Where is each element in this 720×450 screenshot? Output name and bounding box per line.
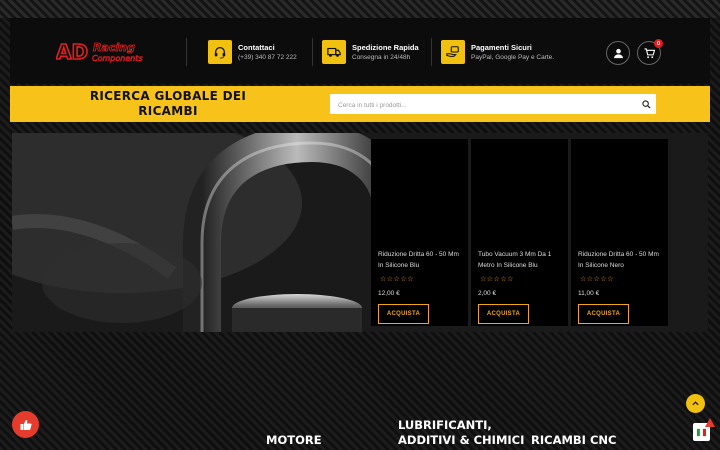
svg-text:Racing: Racing <box>93 41 135 54</box>
shipping-title: Spedizione Rapida <box>352 42 419 52</box>
shipping-info: Spedizione Rapida Consegna in 24/48h <box>322 40 419 64</box>
thumbs-up-icon <box>20 419 32 430</box>
shipping-subtitle: Consegna in 24/48h <box>352 53 411 61</box>
contact-phone[interactable]: (+39) 340 87 72 222 <box>238 53 297 63</box>
truck-icon <box>322 40 346 64</box>
italy-flag-icon <box>696 428 706 436</box>
contact-title: Contattaci <box>238 42 275 52</box>
product-name[interactable]: Riduzione Dritta 60 - 50 Mm In Silicone … <box>578 249 666 271</box>
contact-info[interactable]: Contattaci (+39) 340 87 72 222 <box>208 40 297 64</box>
search-button[interactable] <box>640 98 652 110</box>
footer-category-lubrificanti[interactable]: LUBRIFICANTI, ADDITIVI & CHIMICI <box>398 418 528 448</box>
search-icon <box>641 99 651 109</box>
svg-text:AD: AD <box>56 40 88 64</box>
product-card[interactable]: Riduzione Dritta 60 - 50 Mm In Silicone … <box>371 139 468 326</box>
scroll-to-top-button[interactable] <box>686 394 705 413</box>
payment-title: Pagamenti Sicuri <box>471 42 532 52</box>
header-divider <box>312 38 313 66</box>
search-box <box>330 94 656 116</box>
logo-graphic: AD Racing Components <box>55 39 143 65</box>
product-name[interactable]: Tubo Vacuum 3 Mm Da 1 Metro In Silicone … <box>478 249 566 271</box>
header-divider <box>431 38 432 66</box>
alert-triangle-icon <box>705 418 715 427</box>
product-carousel: Riduzione Dritta 60 - 50 Mm In Silicone … <box>371 139 668 326</box>
buy-button[interactable]: ACQUISTA <box>478 304 529 324</box>
product-card[interactable]: Tubo Vacuum 3 Mm Da 1 Metro In Silicone … <box>471 139 568 326</box>
payment-info: Pagamenti Sicuri PayPal, Google Pay e Ca… <box>441 40 554 64</box>
buy-button[interactable]: ACQUISTA <box>578 304 629 324</box>
rating-stars: ☆☆☆☆☆ <box>480 276 514 283</box>
hand-card-icon <box>441 40 465 64</box>
trust-badge[interactable] <box>693 418 715 441</box>
search-input[interactable] <box>330 95 630 116</box>
chevron-up-icon <box>692 401 699 406</box>
buy-button[interactable]: ACQUISTA <box>378 304 429 324</box>
cart-count-badge: 0 <box>654 39 663 48</box>
hero-banner: Riduzione Dritta 60 - 50 Mm In Silicone … <box>12 133 708 332</box>
rating-stars: ☆☆☆☆☆ <box>380 276 414 283</box>
account-button[interactable] <box>606 41 630 65</box>
svg-text:Components: Components <box>92 54 143 63</box>
headset-icon <box>208 40 232 64</box>
cart-icon <box>643 47 655 58</box>
header-divider <box>186 38 187 66</box>
global-search-bar: RICERCA GLOBALE DEI RICAMBI <box>10 86 710 122</box>
payment-subtitle: PayPal, Google Pay e Carte. <box>471 53 555 61</box>
product-name[interactable]: Riduzione Dritta 60 - 50 Mm In Silicone … <box>378 249 466 271</box>
product-price: 12,00 € <box>378 290 400 297</box>
product-price: 11,00 € <box>578 290 600 297</box>
user-icon <box>613 48 623 58</box>
reviews-button[interactable] <box>12 411 39 438</box>
product-card[interactable]: Riduzione Dritta 60 - 50 Mm In Silicone … <box>571 139 668 326</box>
site-header: AD Racing Components Contattaci (+39) 34… <box>10 18 710 84</box>
rating-stars: ☆☆☆☆☆ <box>580 276 614 283</box>
top-carbon-strip <box>0 0 720 18</box>
product-price: 2,00 € <box>478 290 497 297</box>
site-logo[interactable]: AD Racing Components <box>55 39 168 65</box>
search-heading: RICERCA GLOBALE DEI RICAMBI <box>89 89 247 118</box>
footer-category-motore[interactable]: MOTORE <box>266 433 322 447</box>
cart-button[interactable]: 0 <box>637 39 663 65</box>
footer-category-ricambi-cnc[interactable]: RICAMBI CNC <box>531 433 616 447</box>
